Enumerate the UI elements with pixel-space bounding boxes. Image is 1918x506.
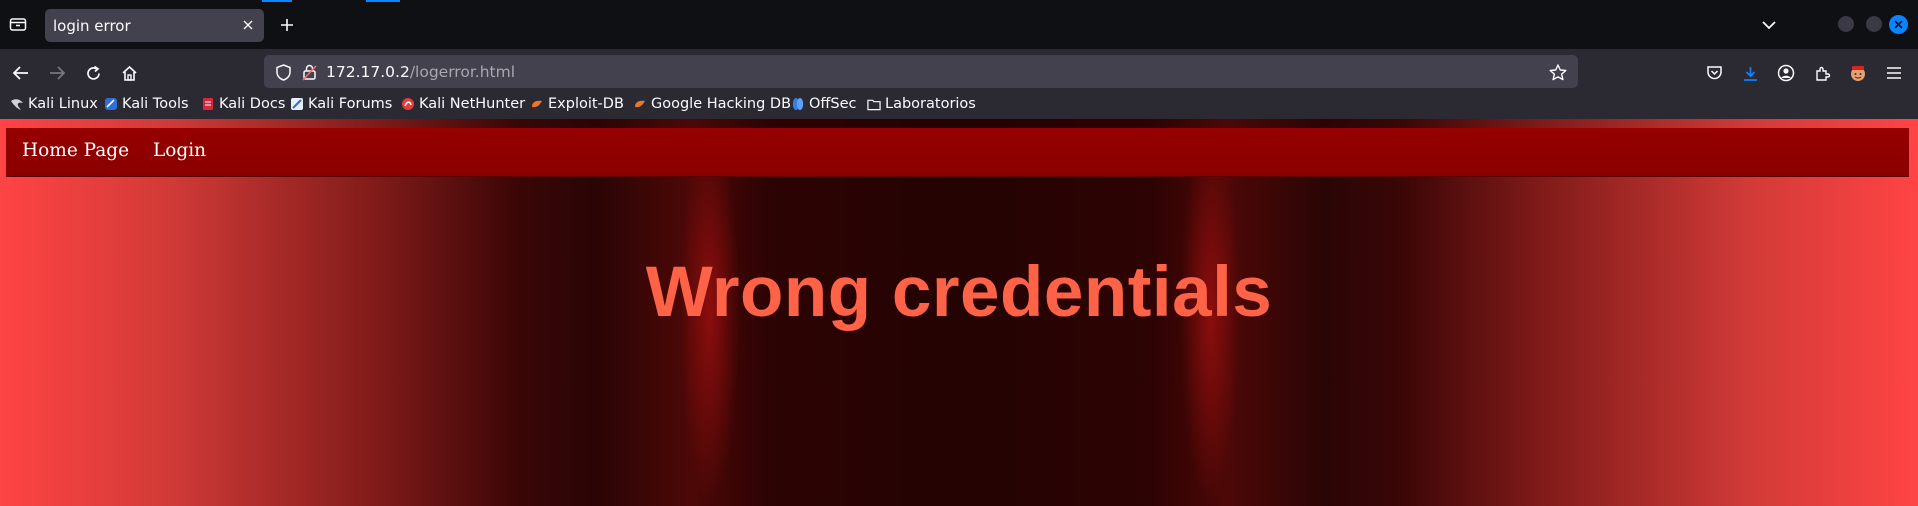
bookmark-label: Google Hacking DB [651, 96, 792, 112]
bookmark-label: Kali Tools [122, 96, 189, 112]
bookmark-label: Kali NetHunter [419, 96, 526, 112]
kali-docs-icon [201, 97, 215, 111]
bookmark-label: Kali Linux [28, 96, 98, 112]
bookmark-item[interactable]: Kali Linux [10, 94, 98, 114]
forward-arrow-icon[interactable] [46, 62, 68, 84]
insecure-lock-icon[interactable] [300, 63, 318, 81]
kali-tools-icon [104, 97, 118, 111]
chevron-down-icon[interactable] [1760, 16, 1778, 34]
url-host: 172.17.0.2 [326, 63, 410, 81]
shield-icon[interactable] [274, 63, 292, 81]
bookmark-item[interactable]: Kali Tools [104, 94, 189, 114]
bookmark-item[interactable]: Exploit-DB [530, 94, 624, 114]
back-arrow-icon[interactable] [10, 62, 32, 84]
bookmark-item[interactable]: OffSec [791, 94, 857, 114]
minimize-window-icon[interactable] [1838, 16, 1854, 32]
bookmark-star-icon[interactable] [1548, 62, 1568, 82]
exploit-db-icon [530, 97, 544, 111]
tab-list-icon[interactable] [8, 14, 28, 34]
maximize-window-icon[interactable] [1866, 16, 1882, 32]
bookmark-label: Laboratorios [885, 96, 976, 112]
activity-indicator [262, 0, 292, 2]
bookmark-folder[interactable]: Laboratorios [867, 94, 976, 114]
bookmark-item[interactable]: Google Hacking DB [633, 94, 791, 114]
ghdb-icon [633, 97, 647, 111]
error-heading: Wrong credentials [645, 253, 1273, 332]
kali-forums-icon [290, 97, 304, 111]
address-bar[interactable]: 172.17.0.2/logerror.html [264, 55, 1578, 88]
url-text[interactable]: 172.17.0.2/logerror.html [326, 63, 515, 81]
home-icon[interactable] [118, 62, 140, 84]
offsec-icon [791, 97, 805, 111]
downloads-icon[interactable] [1739, 62, 1761, 84]
page-viewport: Home Page Login Wrong credentials [0, 119, 1918, 506]
extensions-icon[interactable] [1811, 62, 1833, 84]
extension-avatar-icon[interactable] [1847, 62, 1869, 84]
home-page-link[interactable]: Home Page [22, 140, 129, 161]
bookmark-label: OffSec [809, 96, 857, 112]
hamburger-menu-icon[interactable] [1883, 62, 1905, 84]
bookmark-item[interactable]: Kali Docs [201, 94, 285, 114]
close-tab-icon[interactable] [240, 17, 256, 33]
bookmark-label: Exploit-DB [548, 96, 624, 112]
tab-strip: login error [0, 0, 1918, 49]
bookmark-item[interactable]: Kali NetHunter [401, 94, 525, 114]
bookmark-label: Kali Docs [219, 96, 286, 112]
login-link[interactable]: Login [153, 140, 206, 161]
reload-icon[interactable] [82, 62, 104, 84]
bookmark-item[interactable]: Kali Forums [290, 94, 392, 114]
close-window-icon[interactable] [1889, 15, 1908, 34]
tab-title: login error [53, 17, 131, 35]
site-navbar: Home Page Login [6, 128, 1909, 177]
folder-icon [867, 97, 881, 111]
account-icon[interactable] [1775, 62, 1797, 84]
bookmark-label: Kali Forums [308, 96, 393, 112]
kali-dragon-icon [10, 97, 24, 111]
pocket-icon[interactable] [1703, 62, 1725, 84]
bookmarks-toolbar: Kali Linux Kali Tools Kali Docs Kali For… [0, 88, 1918, 119]
new-tab-icon[interactable] [276, 14, 298, 36]
tab-active[interactable]: login error [45, 9, 264, 42]
kali-nethunter-icon [401, 97, 415, 111]
url-path: /logerror.html [409, 63, 515, 81]
activity-indicator [366, 0, 400, 2]
